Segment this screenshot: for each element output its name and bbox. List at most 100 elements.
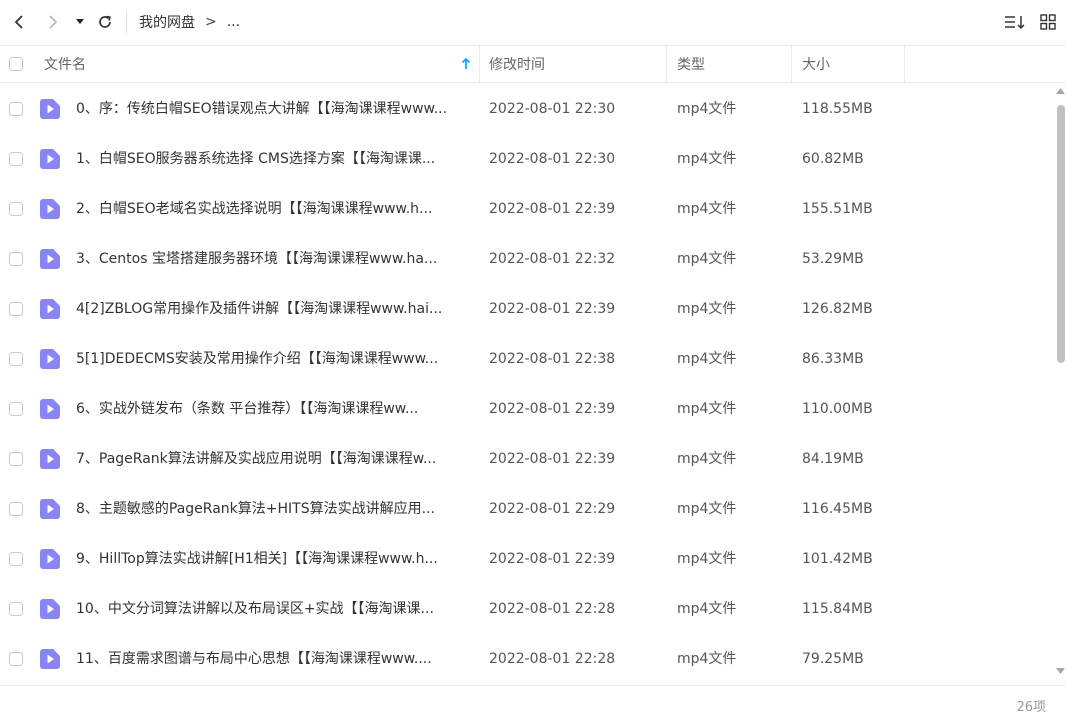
file-name[interactable]: 7、PageRank算法讲解及实战应用说明【【海淘课课程w... <box>76 434 468 484</box>
row-checkbox[interactable] <box>9 152 23 166</box>
table-row[interactable]: 8、主题敏感的PageRank算法+HITS算法实战讲解应用... 2022-0… <box>0 484 1055 534</box>
view-toggle-button[interactable] <box>1040 0 1056 44</box>
file-name[interactable]: 3、Centos 宝塔搭建服务器环境【【海淘课课程www.ha... <box>76 234 468 284</box>
table-row[interactable]: 3、Centos 宝塔搭建服务器环境【【海淘课课程www.ha... 2022-… <box>0 234 1055 284</box>
sort-ascending-icon <box>461 57 471 69</box>
table-row[interactable]: 5[1]DEDECMS安装及常用操作介绍【【海淘课课程www... 2022-0… <box>0 334 1055 384</box>
file-size: 53.29MB <box>802 251 864 267</box>
column-header-time[interactable]: 修改时间 <box>480 46 667 82</box>
row-checkbox[interactable] <box>9 202 23 216</box>
table-row[interactable]: 10、中文分词算法讲解以及布局误区+实战【【海淘课课... 2022-08-01… <box>0 584 1055 634</box>
file-type: mp4文件 <box>677 151 737 167</box>
video-file-icon <box>40 449 60 469</box>
row-checkbox[interactable] <box>9 452 23 466</box>
file-modified-time: 2022-08-01 22:39 <box>489 201 616 217</box>
video-file-icon <box>40 249 60 269</box>
breadcrumb: 我的网盘 > ... <box>139 12 240 32</box>
column-header-size[interactable]: 大小 <box>792 46 905 82</box>
column-header-name[interactable]: 文件名 <box>44 46 480 82</box>
file-modified-time: 2022-08-01 22:32 <box>489 251 616 267</box>
table-row[interactable]: 1、白帽SEO服务器系统选择 CMS选择方案【【海淘课课... 2022-08-… <box>0 134 1055 184</box>
row-checkbox[interactable] <box>9 102 23 116</box>
breadcrumb-more[interactable]: ... <box>227 14 240 30</box>
column-header-name-label: 文件名 <box>44 57 86 73</box>
file-name[interactable]: 0、序：传统白帽SEO错误观点大讲解【【海淘课课程www... <box>76 84 468 134</box>
file-size: 155.51MB <box>802 201 873 217</box>
file-name[interactable]: 11、百度需求图谱与布局中心思想【【海淘课课程www.... <box>76 634 468 684</box>
row-checkbox[interactable] <box>9 602 23 616</box>
scroll-up-arrow-icon[interactable] <box>1056 88 1065 94</box>
row-checkbox[interactable] <box>9 652 23 666</box>
video-file-icon <box>40 349 60 369</box>
file-name[interactable]: 1、白帽SEO服务器系统选择 CMS选择方案【【海淘课课... <box>76 134 468 184</box>
file-modified-time: 2022-08-01 22:39 <box>489 451 616 467</box>
column-header-type[interactable]: 类型 <box>667 46 792 82</box>
breadcrumb-root[interactable]: 我的网盘 <box>139 12 195 32</box>
select-all-checkbox[interactable] <box>9 57 23 71</box>
file-modified-time: 2022-08-01 22:28 <box>489 601 616 617</box>
sort-button[interactable] <box>1004 0 1026 44</box>
file-type: mp4文件 <box>677 201 737 217</box>
file-name[interactable]: 5[1]DEDECMS安装及常用操作介绍【【海淘课课程www... <box>76 334 468 384</box>
video-file-icon <box>40 199 60 219</box>
toolbar-divider <box>126 11 127 33</box>
column-header-time-label: 修改时间 <box>489 57 545 73</box>
file-size: 101.42MB <box>802 551 873 567</box>
scrollbar-thumb[interactable] <box>1057 105 1065 363</box>
chevron-right-icon <box>49 15 58 29</box>
status-bar: 26项 <box>0 685 1066 722</box>
file-list-header: 文件名 修改时间 类型 大小 <box>0 45 1066 83</box>
row-checkbox[interactable] <box>9 502 23 516</box>
file-modified-time: 2022-08-01 22:30 <box>489 101 616 117</box>
file-type: mp4文件 <box>677 101 737 117</box>
file-modified-time: 2022-08-01 22:30 <box>489 151 616 167</box>
table-row[interactable]: 7、PageRank算法讲解及实战应用说明【【海淘课课程w... 2022-08… <box>0 434 1055 484</box>
file-type: mp4文件 <box>677 351 737 367</box>
refresh-button[interactable] <box>90 0 120 44</box>
caret-down-icon <box>76 19 84 24</box>
row-checkbox[interactable] <box>9 302 23 316</box>
file-size: 84.19MB <box>802 451 864 467</box>
file-modified-time: 2022-08-01 22:39 <box>489 401 616 417</box>
video-file-icon <box>40 599 60 619</box>
row-checkbox[interactable] <box>9 552 23 566</box>
file-type: mp4文件 <box>677 601 737 617</box>
table-row[interactable]: 6、实战外链发布（条数 平台推荐）【【海淘课课程ww... 2022-08-01… <box>0 384 1055 434</box>
chevron-left-icon <box>14 15 23 29</box>
file-name[interactable]: 6、实战外链发布（条数 平台推荐）【【海淘课课程ww... <box>76 384 468 434</box>
video-file-icon <box>40 99 60 119</box>
back-button[interactable] <box>2 0 36 44</box>
table-row[interactable]: 2、白帽SEO老域名实战选择说明【【海淘课课程www.h... 2022-08-… <box>0 184 1055 234</box>
table-row[interactable]: 4[2]ZBLOG常用操作及插件讲解【【海淘课课程www.hai... 2022… <box>0 284 1055 334</box>
table-row[interactable]: 11、百度需求图谱与布局中心思想【【海淘课课程www.... 2022-08-0… <box>0 634 1055 684</box>
file-name[interactable]: 2、白帽SEO老域名实战选择说明【【海淘课课程www.h... <box>76 184 468 234</box>
file-size: 79.25MB <box>802 651 864 667</box>
video-file-icon <box>40 299 60 319</box>
column-header-size-label: 大小 <box>802 57 830 73</box>
file-size: 116.45MB <box>802 501 873 517</box>
file-type: mp4文件 <box>677 651 737 667</box>
sort-list-icon <box>1005 16 1025 30</box>
file-size: 60.82MB <box>802 151 864 167</box>
video-file-icon <box>40 499 60 519</box>
scroll-down-arrow-icon[interactable] <box>1056 668 1065 674</box>
file-size: 118.55MB <box>802 101 873 117</box>
row-checkbox[interactable] <box>9 252 23 266</box>
file-type: mp4文件 <box>677 501 737 517</box>
file-name[interactable]: 4[2]ZBLOG常用操作及插件讲解【【海淘课课程www.hai... <box>76 284 468 334</box>
table-row[interactable]: 9、HillTop算法实战讲解[H1相关]【【海淘课课程www.h... 202… <box>0 534 1055 584</box>
row-checkbox[interactable] <box>9 352 23 366</box>
video-file-icon <box>40 649 60 669</box>
file-type: mp4文件 <box>677 401 737 417</box>
file-name[interactable]: 9、HillTop算法实战讲解[H1相关]【【海淘课课程www.h... <box>76 534 468 584</box>
row-checkbox[interactable] <box>9 402 23 416</box>
file-name[interactable]: 10、中文分词算法讲解以及布局误区+实战【【海淘课课... <box>76 584 468 634</box>
file-size: 110.00MB <box>802 401 873 417</box>
column-header-type-label: 类型 <box>677 57 705 73</box>
history-dropdown-button[interactable] <box>70 0 90 44</box>
file-name[interactable]: 8、主题敏感的PageRank算法+HITS算法实战讲解应用... <box>76 484 468 534</box>
table-row[interactable]: 0、序：传统白帽SEO错误观点大讲解【【海淘课课程www... 2022-08-… <box>0 84 1055 134</box>
file-list: 0、序：传统白帽SEO错误观点大讲解【【海淘课课程www... 2022-08-… <box>0 84 1055 684</box>
forward-button[interactable] <box>36 0 70 44</box>
breadcrumb-separator: > <box>205 14 217 30</box>
